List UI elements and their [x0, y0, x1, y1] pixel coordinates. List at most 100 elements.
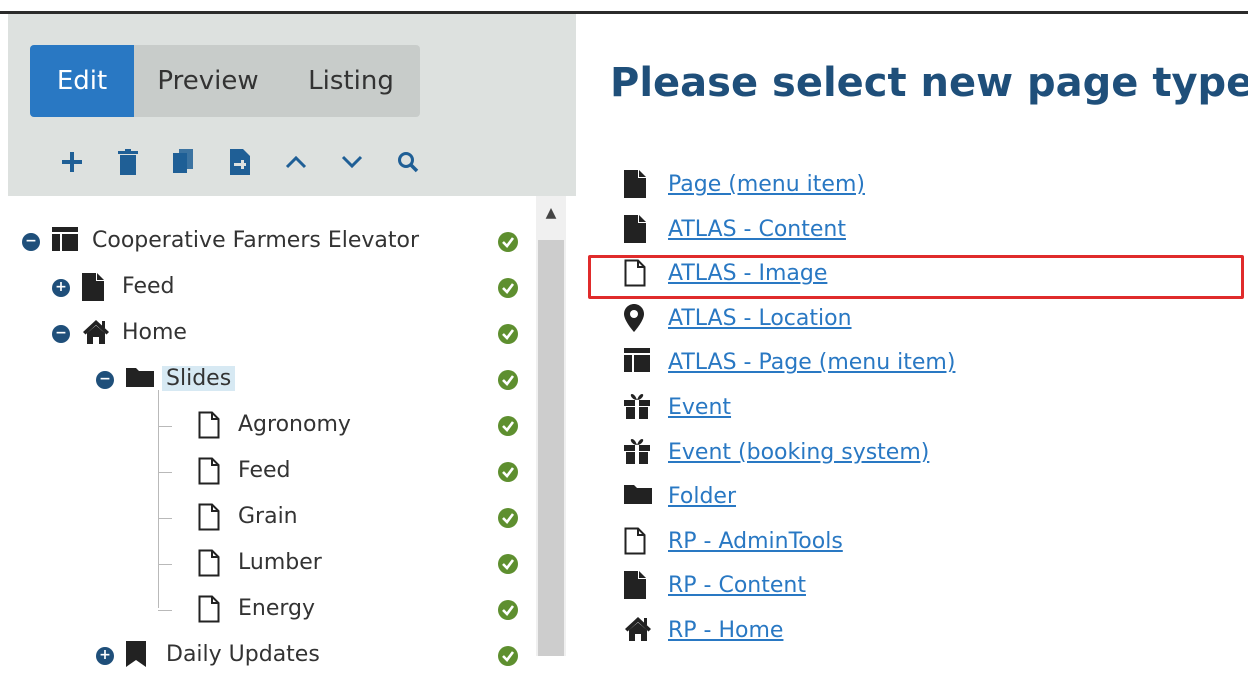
tree-node[interactable]: − Slides	[8, 358, 528, 402]
published-status-icon	[498, 462, 518, 482]
tree-connector	[158, 472, 172, 473]
gift-icon	[624, 438, 652, 470]
tree-connector	[158, 518, 172, 519]
layout-icon	[624, 348, 652, 380]
page-outline-icon	[624, 527, 652, 559]
tab-preview[interactable]: Preview	[134, 45, 282, 117]
page-outline-icon	[624, 259, 652, 291]
tree-node[interactable]: − Home	[8, 312, 528, 356]
tab-edit[interactable]: Edit	[30, 45, 134, 117]
tree-connector	[158, 426, 172, 427]
page-type-item[interactable]: Folder	[620, 478, 1220, 522]
collapse-toggle-icon[interactable]: −	[52, 325, 70, 343]
document-icon	[624, 214, 652, 247]
page-type-link[interactable]: ATLAS - Location	[668, 306, 852, 331]
view-tabs: Edit Preview Listing	[30, 45, 420, 117]
scroll-up-arrow[interactable]: ▲	[540, 202, 562, 224]
page-type-link[interactable]: RP - AdminTools	[668, 529, 843, 554]
tree-node[interactable]: + Daily Updates	[8, 634, 528, 678]
page-outline-icon	[198, 595, 224, 623]
published-status-icon	[498, 278, 518, 298]
page-type-item[interactable]: RP - Content	[620, 567, 1220, 611]
page-outline-icon	[198, 503, 224, 531]
page-outline-icon	[198, 457, 224, 485]
page-type-link[interactable]: Folder	[668, 484, 736, 509]
paste-icon	[230, 149, 250, 175]
document-icon	[624, 170, 652, 202]
page-title: Please select new page type	[610, 60, 1248, 106]
tree-node[interactable]: Feed	[8, 450, 528, 494]
page-type-link[interactable]: RP - Home	[668, 618, 783, 643]
tree-node[interactable]: Agronomy	[8, 404, 528, 448]
page-tree-panel: Edit Preview Listing ▲ − Cooperative Farm…	[8, 14, 576, 667]
page-type-link[interactable]: ATLAS - Content	[668, 217, 846, 242]
published-status-icon	[498, 416, 518, 436]
move-up-button[interactable]	[268, 134, 324, 190]
published-status-icon	[498, 646, 518, 666]
add-page-button[interactable]	[44, 134, 100, 190]
paste-page-button[interactable]	[212, 134, 268, 190]
gift-icon	[624, 393, 652, 425]
page-type-item[interactable]: Event (booking system)	[620, 434, 1220, 478]
page-tree: ▲ − Cooperative Farmers Elevator + Feed − Hom…	[8, 196, 576, 667]
copy-page-button[interactable]	[156, 134, 212, 190]
expand-toggle-icon[interactable]: +	[52, 279, 70, 297]
tree-node-label[interactable]: Agronomy	[238, 412, 351, 437]
tree-node-label[interactable]: Feed	[122, 274, 175, 299]
tab-listing[interactable]: Listing	[282, 45, 420, 117]
page-type-link[interactable]: ATLAS - Page (menu item)	[668, 350, 955, 375]
collapse-toggle-icon[interactable]: −	[22, 233, 40, 251]
tree-node[interactable]: − Cooperative Farmers Elevator	[8, 220, 528, 264]
tree-node-label[interactable]: Cooperative Farmers Elevator	[92, 228, 419, 253]
tree-connector	[158, 564, 172, 565]
page-type-item[interactable]: RP - Home	[620, 612, 1220, 656]
trash-icon	[118, 149, 138, 175]
page-type-item[interactable]: ATLAS - Location	[620, 300, 1220, 344]
search-button[interactable]	[380, 134, 436, 190]
published-status-icon	[498, 324, 518, 344]
page-type-link[interactable]: ATLAS - Image	[668, 261, 827, 286]
home-icon	[624, 616, 652, 648]
page-type-item[interactable]: ATLAS - Content	[620, 211, 1220, 255]
tree-node-label[interactable]: Grain	[238, 504, 298, 529]
page-type-link[interactable]: Event (booking system)	[668, 440, 929, 465]
delete-page-button[interactable]	[100, 134, 156, 190]
plus-icon	[62, 152, 82, 172]
top-bar	[0, 0, 1248, 14]
published-status-icon	[498, 554, 518, 574]
published-status-icon	[498, 600, 518, 620]
page-type-item[interactable]: ATLAS - Image	[620, 255, 1220, 299]
tree-connector	[158, 610, 172, 611]
tree-node-label[interactable]: Feed	[238, 458, 291, 483]
collapse-toggle-icon[interactable]: −	[96, 371, 114, 389]
tree-connector	[158, 390, 159, 608]
tree-node-label[interactable]: Energy	[238, 596, 315, 621]
page-type-link[interactable]: Event	[668, 395, 731, 420]
document-icon	[82, 273, 108, 301]
page-type-link[interactable]: Page (menu item)	[668, 172, 865, 197]
tree-node[interactable]: Energy	[8, 588, 528, 632]
tree-toolbar	[44, 134, 436, 190]
page-type-link[interactable]: RP - Content	[668, 573, 806, 598]
tree-node[interactable]: + Feed	[8, 266, 528, 310]
tree-node-label[interactable]: Lumber	[238, 550, 322, 575]
home-icon	[82, 319, 109, 347]
tree-node-label[interactable]: Daily Updates	[166, 642, 320, 667]
tree-scrollbar-thumb[interactable]	[538, 240, 564, 656]
tree-node[interactable]: Grain	[8, 496, 528, 540]
tree-node-label[interactable]: Slides	[162, 366, 236, 391]
move-down-button[interactable]	[324, 134, 380, 190]
page-type-item[interactable]: RP - AdminTools	[620, 523, 1220, 567]
page-type-item[interactable]: Page (menu item)	[620, 166, 1220, 210]
page-type-item[interactable]: ATLAS - Page (menu item)	[620, 344, 1220, 388]
chevron-down-icon	[341, 155, 363, 169]
published-status-icon	[498, 232, 518, 252]
page-type-item[interactable]: Event	[620, 389, 1220, 433]
expand-toggle-icon[interactable]: +	[96, 647, 114, 665]
tree-node-label[interactable]: Home	[122, 320, 187, 345]
bookmark-icon	[126, 641, 152, 669]
tree-node[interactable]: Lumber	[8, 542, 528, 586]
folder-icon	[126, 365, 154, 393]
published-status-icon	[498, 508, 518, 528]
published-status-icon	[498, 370, 518, 390]
